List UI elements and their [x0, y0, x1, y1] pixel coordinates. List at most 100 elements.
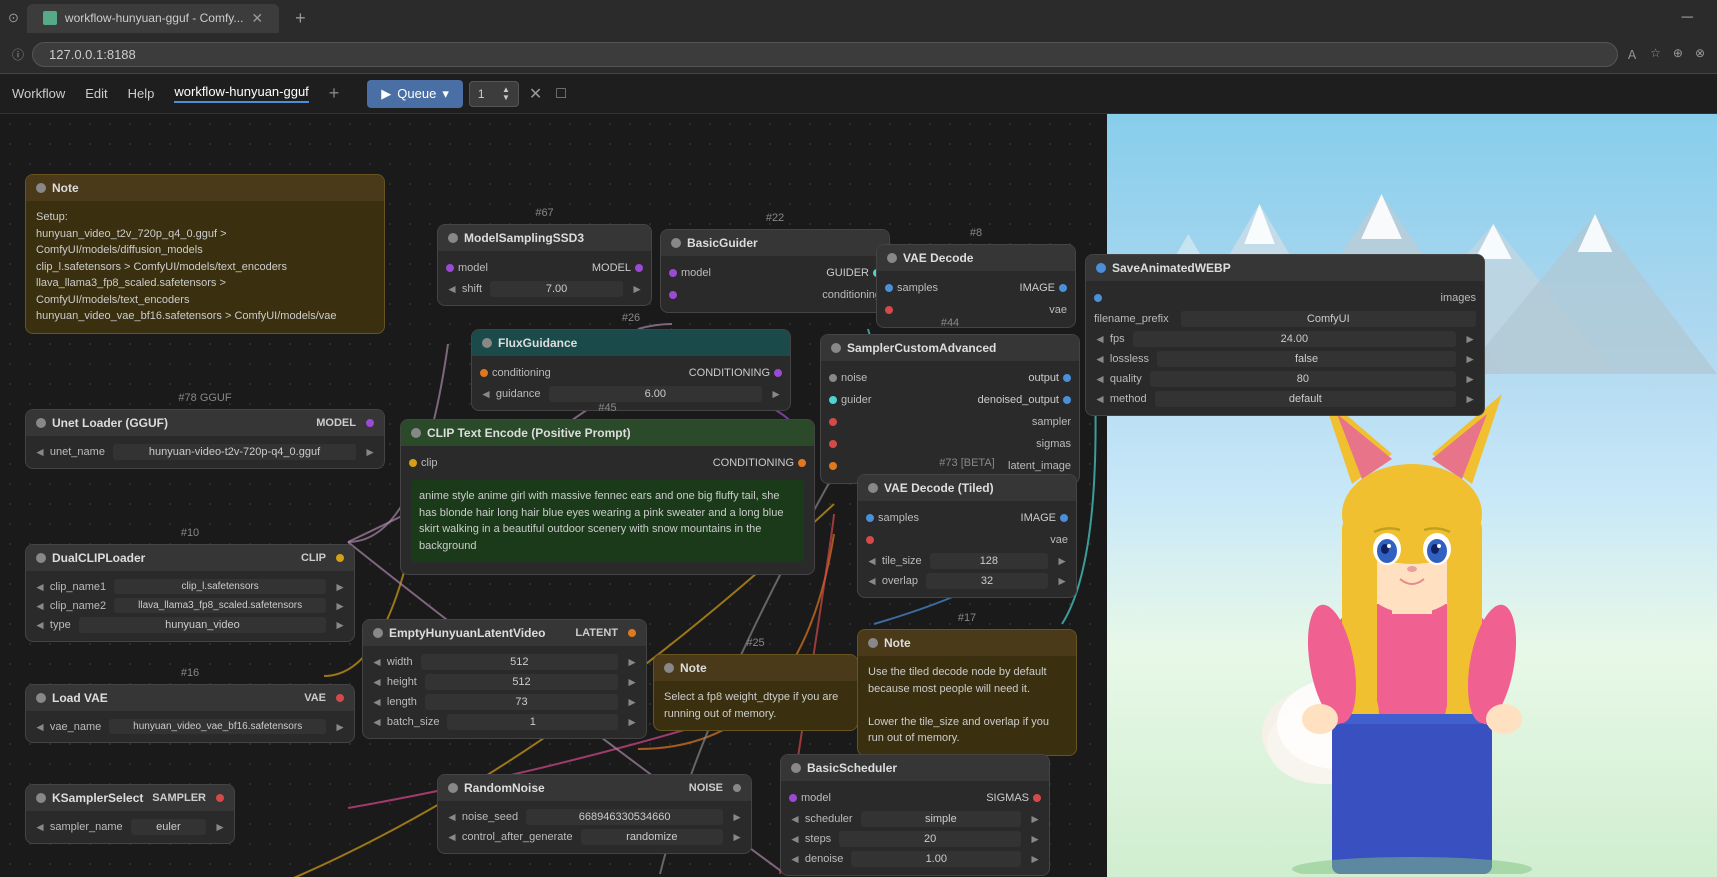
width-right[interactable]: ► — [626, 655, 638, 669]
clip1-value[interactable]: clip_l.safetensors — [114, 579, 326, 594]
steps-right[interactable]: ► — [1029, 832, 1041, 846]
queue-stepper[interactable]: ▲ ▼ — [502, 86, 510, 102]
note-node-3: #17 Note Use the tiled decode node by de… — [857, 629, 1077, 756]
sampler-value[interactable]: euler — [131, 819, 206, 835]
tile-left[interactable]: ◄ — [866, 554, 878, 568]
emptylatent-dot — [373, 628, 383, 638]
overlap-right[interactable]: ► — [1056, 574, 1068, 588]
prompt-text[interactable]: anime style anime girl with massive fenn… — [411, 480, 804, 562]
clip1-left[interactable]: ◄ — [34, 580, 46, 594]
length-right[interactable]: ► — [626, 695, 638, 709]
length-left[interactable]: ◄ — [371, 695, 383, 709]
scheduler-left[interactable]: ◄ — [789, 812, 801, 826]
queue-button[interactable]: ▶ Queue ▾ — [367, 80, 463, 108]
quality-left[interactable]: ◄ — [1094, 372, 1106, 386]
address-input[interactable] — [32, 42, 1618, 67]
guidance-value[interactable]: 6.00 — [549, 386, 763, 402]
vae-label: vae_name — [50, 721, 101, 733]
steps-value[interactable]: 20 — [839, 831, 1021, 847]
batch-value[interactable]: 1 — [447, 714, 618, 730]
canvas-area[interactable]: Note Setup: hunyuan_video_t2v_720p_q4_0.… — [0, 114, 1717, 877]
queue-stop-button[interactable]: □ — [552, 81, 570, 107]
control-left[interactable]: ◄ — [446, 830, 458, 844]
shift-right[interactable]: ► — [631, 282, 643, 296]
clip2-left[interactable]: ◄ — [34, 599, 46, 613]
width-left[interactable]: ◄ — [371, 655, 383, 669]
tile-right[interactable]: ► — [1056, 554, 1068, 568]
control-right[interactable]: ► — [731, 830, 743, 844]
height-left[interactable]: ◄ — [371, 675, 383, 689]
shift-left[interactable]: ◄ — [446, 282, 458, 296]
minimize-button[interactable]: ─ — [1682, 9, 1709, 27]
edit-menu[interactable]: Edit — [85, 86, 107, 101]
vae-value[interactable]: hunyuan_video_vae_bf16.safetensors — [109, 719, 326, 734]
denoise-value[interactable]: 1.00 — [851, 851, 1021, 867]
clip2-value[interactable]: llava_llama3_fp8_scaled.safetensors — [114, 598, 326, 613]
denoise-right[interactable]: ► — [1029, 852, 1041, 866]
sampler-left[interactable]: ◄ — [34, 820, 46, 834]
batch-right[interactable]: ► — [626, 715, 638, 729]
unet-name-right-arrow[interactable]: ► — [364, 445, 376, 459]
denoise-left[interactable]: ◄ — [789, 852, 801, 866]
type-right[interactable]: ► — [334, 618, 346, 632]
guidance-right[interactable]: ► — [770, 387, 782, 401]
guidance-left[interactable]: ◄ — [480, 387, 492, 401]
method-value[interactable]: default — [1155, 391, 1457, 407]
steps-left[interactable]: ◄ — [789, 832, 801, 846]
fps-value[interactable]: 24.00 — [1133, 331, 1457, 347]
quality-right[interactable]: ► — [1464, 372, 1476, 386]
overlap-left[interactable]: ◄ — [866, 574, 878, 588]
help-menu[interactable]: Help — [128, 86, 155, 101]
unet-name-left-arrow[interactable]: ◄ — [34, 445, 46, 459]
vae-right[interactable]: ► — [334, 720, 346, 734]
fps-left[interactable]: ◄ — [1094, 332, 1106, 346]
length-value[interactable]: 73 — [425, 694, 618, 710]
clip2-right[interactable]: ► — [334, 599, 346, 613]
fps-right[interactable]: ► — [1464, 332, 1476, 346]
note-title-1: Note — [52, 181, 79, 195]
seed-right[interactable]: ► — [731, 810, 743, 824]
filename-value[interactable]: ComfyUI — [1181, 311, 1476, 327]
vae-left[interactable]: ◄ — [34, 720, 46, 734]
bookmark-icon[interactable]: ☆ — [1650, 46, 1661, 63]
seed-row: ◄ noise_seed 668946330534660 ► — [438, 807, 751, 827]
tab-close-button[interactable]: ✕ — [251, 10, 263, 27]
new-tab-button[interactable]: + — [287, 8, 314, 29]
method-right[interactable]: ► — [1464, 392, 1476, 406]
batch-left[interactable]: ◄ — [371, 715, 383, 729]
unet-name-value[interactable]: hunyuan-video-t2v-720p-q4_0.gguf — [113, 444, 356, 460]
reader-icon[interactable]: Ａ — [1626, 46, 1638, 63]
height-right[interactable]: ► — [626, 675, 638, 689]
control-value[interactable]: randomize — [581, 829, 724, 845]
method-left[interactable]: ◄ — [1094, 392, 1106, 406]
height-value[interactable]: 512 — [425, 674, 618, 690]
browser-tab[interactable]: workflow-hunyuan-gguf - Comfy... ✕ — [27, 4, 279, 33]
extensions-icon[interactable]: ⊕ — [1673, 46, 1683, 63]
overlap-value[interactable]: 32 — [926, 573, 1048, 589]
scheduler-right[interactable]: ► — [1029, 812, 1041, 826]
type-value[interactable]: hunyuan_video — [79, 617, 326, 633]
savewebp-node: SaveAnimatedWEBP images filename_prefix … — [1085, 254, 1485, 416]
queue-clear-button[interactable]: ✕ — [525, 80, 546, 108]
cliptextencode-title: CLIP Text Encode (Positive Prompt) — [427, 426, 631, 440]
add-tab-button[interactable]: + — [329, 83, 340, 104]
quality-value[interactable]: 80 — [1150, 371, 1456, 387]
clip1-right[interactable]: ► — [334, 580, 346, 594]
modelsampling-node: #67 ModelSamplingSSD3 model MODEL ◄ shif… — [437, 224, 652, 306]
tile-label: tile_size — [882, 555, 922, 567]
seed-value[interactable]: 668946330534660 — [526, 809, 723, 825]
workflow-menu[interactable]: Workflow — [12, 86, 65, 101]
tile-value[interactable]: 128 — [930, 553, 1048, 569]
width-value[interactable]: 512 — [421, 654, 619, 670]
lossless-left[interactable]: ◄ — [1094, 352, 1106, 366]
profile-icon[interactable]: ⊗ — [1695, 46, 1705, 63]
lossless-right[interactable]: ► — [1464, 352, 1476, 366]
sampler-right[interactable]: ► — [214, 820, 226, 834]
active-workflow-tab[interactable]: workflow-hunyuan-gguf — [174, 84, 308, 103]
shift-value[interactable]: 7.00 — [490, 281, 623, 297]
width-row: ◄ width 512 ► — [363, 652, 646, 672]
type-left[interactable]: ◄ — [34, 618, 46, 632]
lossless-value[interactable]: false — [1157, 351, 1456, 367]
seed-left[interactable]: ◄ — [446, 810, 458, 824]
scheduler-value[interactable]: simple — [861, 811, 1022, 827]
